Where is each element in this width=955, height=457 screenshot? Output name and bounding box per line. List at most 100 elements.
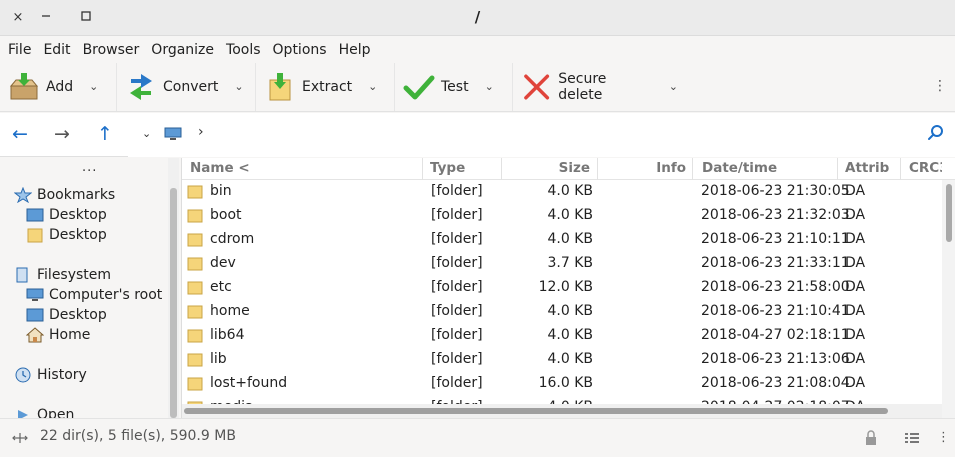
test-button[interactable]: Test ⌄ [395,62,513,111]
search-icon[interactable] [927,124,945,142]
status-more-icon[interactable]: ⋮ [937,430,953,446]
sidebar-item-desktop[interactable]: Desktop [26,305,107,325]
sidebar-item-computers-root[interactable]: Computer's root [26,285,162,305]
file-size: 4.0 KB [547,183,594,199]
convert-button[interactable]: Convert ⌄ [117,62,256,111]
path-bar[interactable]: ⌄ › [128,113,955,157]
table-row[interactable]: bin [folder] 4.0 KB 2018-06-23 21:30:05 DA [182,180,942,204]
column-header-info[interactable]: Info [602,160,686,176]
column-header-attrib[interactable]: Attrib [845,160,897,176]
sidebar-scrollbar[interactable] [168,158,179,418]
sidebar-bookmark-desktop-folder[interactable]: Desktop [26,225,107,245]
column-divider[interactable] [422,158,423,180]
back-button[interactable]: ← [12,123,28,145]
file-name: dev [210,255,236,271]
column-header-size[interactable]: Size [508,160,590,176]
table-row[interactable]: lib [folder] 4.0 KB 2018-06-23 21:13:06 DA [182,348,942,372]
file-datetime: 2018-04-27 02:18:11 [701,327,850,343]
file-type: [folder] [431,303,483,319]
file-attrib: DA [845,375,866,391]
file-list: Name < Type Size Info Date/time Attrib C… [181,158,955,418]
sidebar-item-history[interactable]: History [14,365,87,385]
table-row[interactable]: lost+found [folder] 16.0 KB 2018-06-23 21:0… [182,372,942,396]
column-header-datetime[interactable]: Date/time [702,160,832,176]
file-type: [folder] [431,183,483,199]
home-icon [26,327,44,343]
move-arrows-icon[interactable] [12,430,28,446]
menu-help[interactable]: Help [334,42,376,58]
column-divider[interactable] [501,158,502,180]
add-button[interactable]: Add ⌄ [0,62,117,111]
sidebar: ... Bookmarks Desktop Desktop Filesystem… [0,158,180,418]
folder-icon [187,233,203,247]
computer-icon [26,288,44,301]
convert-icon [130,73,152,100]
path-history-dropdown[interactable]: ⌄ [142,127,151,140]
table-row[interactable]: lib64 [folder] 4.0 KB 2018-04-27 02:18:11 DA [182,324,942,348]
menu-organize[interactable]: Organize [146,42,219,58]
open-arrow-icon [18,410,28,418]
menu-options[interactable]: Options [268,42,332,58]
add-dropdown-icon[interactable]: ⌄ [89,80,98,93]
menu-tools[interactable]: Tools [221,42,266,58]
file-type: [folder] [431,231,483,247]
forward-button[interactable]: → [54,123,70,145]
file-list-vertical-scrollbar[interactable] [942,180,955,418]
sidebar-item-filesystem[interactable]: Filesystem [14,265,111,285]
convert-label: Convert [163,78,219,95]
sidebar-item-label: History [37,367,87,383]
file-size: 3.7 KB [547,255,594,271]
sidebar-item-open[interactable]: Open [14,405,74,418]
extract-dropdown-icon[interactable]: ⌄ [368,80,377,93]
column-header-crc[interactable]: CRC32 [909,160,942,176]
menu-file[interactable]: File [3,42,36,58]
file-type: [folder] [431,279,483,295]
table-row[interactable]: etc [folder] 12.0 KB 2018-06-23 21:58:00 DA [182,276,942,300]
up-button[interactable]: ↑ [97,123,113,145]
status-bar: 22 dir(s), 5 file(s), 590.9 MB ⋮ [0,418,955,457]
column-divider[interactable] [837,158,838,180]
path-separator[interactable]: › [198,124,204,140]
horizontal-scrollbar-thumb[interactable] [184,408,888,414]
sidebar-item-label: Filesystem [37,267,112,283]
sidebar-item-label: Desktop [49,227,107,243]
secure-delete-button[interactable]: Secure delete ⌄ [513,63,688,111]
column-divider[interactable] [900,158,901,180]
column-divider[interactable] [597,158,598,180]
table-row[interactable]: home [folder] 4.0 KB 2018-06-23 21:10:41 DA [182,300,942,324]
table-row[interactable]: dev [folder] 3.7 KB 2018-06-23 21:33:11 DA [182,252,942,276]
extract-button[interactable]: Extract ⌄ [256,62,395,111]
test-dropdown-icon[interactable]: ⌄ [485,80,494,93]
sidebar-item-bookmarks[interactable]: Bookmarks [14,185,115,205]
file-size: 12.0 KB [538,279,593,295]
file-list-horizontal-scrollbar[interactable] [182,404,942,418]
menu-edit[interactable]: Edit [38,42,75,58]
column-header-type[interactable]: Type [430,160,500,176]
window-title: / [474,8,481,26]
column-header-name[interactable]: Name < [190,160,420,176]
file-type: [folder] [431,255,483,271]
file-attrib: DA [845,351,866,367]
delete-x-icon [524,74,550,99]
file-size: 4.0 KB [547,231,594,247]
file-datetime: 2018-06-23 21:13:06 [701,351,850,367]
computer-icon[interactable] [164,127,182,141]
secure-delete-dropdown-icon[interactable]: ⌄ [669,80,678,93]
sidebar-more-button[interactable]: ... [82,160,97,175]
folder-icon [187,281,203,295]
sidebar-item-home[interactable]: Home [26,325,90,345]
extract-icon [269,72,291,100]
toolbar-more-icon[interactable]: ⋮ [933,78,947,94]
column-divider[interactable] [692,158,693,180]
view-list-icon[interactable] [904,430,920,446]
vertical-scrollbar-thumb[interactable] [946,184,952,242]
navigation-bar: ← → ↑ ⌄ › [0,113,955,157]
sidebar-scrollbar-thumb[interactable] [170,188,177,418]
lock-icon[interactable] [863,430,879,446]
table-row[interactable]: cdrom [folder] 4.0 KB 2018-06-23 21:10:11 DA [182,228,942,252]
convert-dropdown-icon[interactable]: ⌄ [234,80,243,93]
file-type: [folder] [431,375,483,391]
menu-browser[interactable]: Browser [78,42,145,58]
sidebar-bookmark-desktop[interactable]: Desktop [26,205,107,225]
table-row[interactable]: boot [folder] 4.0 KB 2018-06-23 21:32:03 DA [182,204,942,228]
